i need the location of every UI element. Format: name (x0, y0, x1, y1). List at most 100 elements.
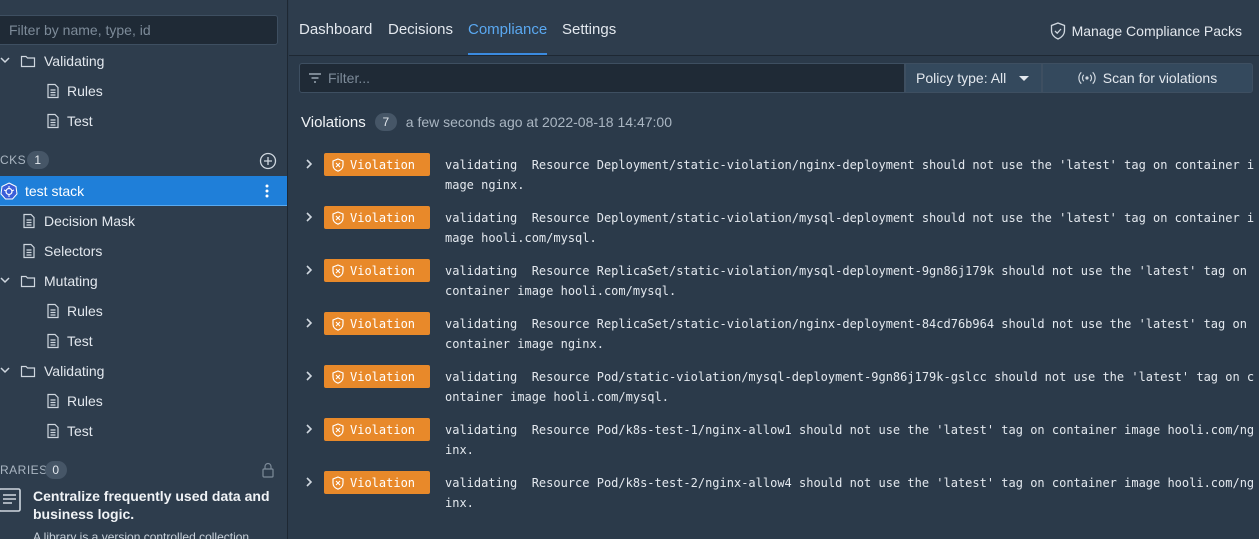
chevron-right-icon[interactable] (303, 475, 315, 489)
violation-row[interactable]: Violation validating Resource ReplicaSet/… (289, 259, 1259, 312)
stacks-count-badge: 1 (27, 151, 49, 169)
tree-item-label: Test (67, 423, 93, 439)
policy-type-select[interactable]: Policy type: All (905, 63, 1042, 93)
tree-item-rules[interactable]: Rules (0, 76, 287, 106)
chevron-right-icon[interactable] (303, 157, 315, 171)
manage-compliance-packs-button[interactable]: Manage Compliance Packs (1050, 20, 1242, 42)
violation-badge-label: Violation (350, 316, 416, 331)
violation-badge[interactable]: Violation (324, 312, 430, 335)
libraries-count-badge: 0 (45, 461, 67, 479)
tree-item-decision-mask[interactable]: Decision Mask (0, 206, 287, 236)
tree-item-rules[interactable]: Rules (0, 296, 287, 326)
violation-badge[interactable]: Violation (324, 365, 430, 388)
violation-message: validating Resource Pod/k8s-test-1/nginx… (445, 423, 1255, 457)
violation-badge[interactable]: Violation (324, 471, 430, 494)
top-nav: Dashboard Decisions Compliance Settings … (289, 0, 1259, 56)
chevron-down-icon[interactable] (0, 365, 10, 375)
chevron-right-icon[interactable] (303, 369, 315, 383)
violation-row[interactable]: Violation validating Resource Pod/k8s-tes… (289, 471, 1259, 524)
violation-badge-label: Violation (350, 475, 416, 490)
violation-badge-label: Violation (350, 157, 416, 172)
tree-item-validating[interactable]: Validating (0, 356, 287, 386)
folder-icon (20, 55, 36, 68)
tree-item-test[interactable]: Test (0, 326, 287, 356)
chevron-right-icon[interactable] (303, 422, 315, 436)
stack-name: test stack (25, 183, 85, 199)
violation-badge[interactable]: Violation (324, 418, 430, 441)
violation-row[interactable]: Violation validating Resource Pod/static-… (289, 365, 1259, 418)
scan-for-violations-label: Scan for violations (1102, 70, 1218, 86)
violation-badge[interactable]: Violation (324, 259, 430, 282)
tree-item-rules[interactable]: Rules (0, 386, 287, 416)
tab-decisions[interactable]: Decisions (388, 21, 453, 55)
violations-header: Violations 7 a few seconds ago at 2022-0… (301, 112, 672, 132)
shield-alert-icon (332, 316, 344, 331)
tree-item-test[interactable]: Test (0, 416, 287, 446)
violation-badge[interactable]: Violation (324, 206, 430, 229)
tree-item-label: Test (67, 333, 93, 349)
file-icon (47, 423, 59, 439)
filter-bar: Policy type: All Scan for violations (299, 63, 1259, 93)
violation-message: validating Resource ReplicaSet/static-vi… (445, 264, 1255, 298)
tree-item-selectors[interactable]: Selectors (0, 236, 287, 266)
chevron-down-icon[interactable] (0, 275, 10, 285)
violations-timestamp: a few seconds ago at 2022-08-18 14:47:00 (405, 114, 672, 130)
main-panel: Dashboard Decisions Compliance Settings … (289, 0, 1259, 539)
scan-for-violations-button[interactable]: Scan for violations (1042, 63, 1253, 93)
violation-message: validating Resource Deployment/static-vi… (445, 158, 1255, 192)
violation-message: validating Resource ReplicaSet/static-vi… (445, 317, 1255, 351)
violation-badge-label: Violation (350, 422, 416, 437)
chevron-right-icon[interactable] (303, 210, 315, 224)
tree-item-test[interactable]: Test (0, 106, 287, 136)
stack-item-test-stack[interactable]: test stack (0, 176, 287, 206)
tree-item-label: Test (67, 113, 93, 129)
violation-row[interactable]: Violation validating Resource Deployment/… (289, 153, 1259, 206)
shield-check-icon (1050, 22, 1065, 40)
file-icon (47, 303, 59, 319)
sidebar: Validating Rules Test CKS 1 test stack D… (0, 0, 288, 539)
violation-message: validating Resource Pod/static-violation… (445, 370, 1255, 404)
stacks-section-header: CKS 1 (0, 150, 287, 172)
folder-icon (20, 365, 36, 378)
policy-type-value: Policy type: All (916, 70, 1007, 86)
tree-item-label: Rules (67, 303, 103, 319)
manage-compliance-packs-label: Manage Compliance Packs (1071, 23, 1242, 39)
chevron-right-icon[interactable] (303, 263, 315, 277)
chevron-down-icon[interactable] (0, 55, 10, 65)
libraries-section-header: RARIES 0 (0, 460, 287, 482)
shield-alert-icon (332, 210, 344, 225)
file-icon (23, 243, 35, 259)
broadcast-icon (1078, 71, 1096, 85)
tree-item-label: Rules (67, 393, 103, 409)
filter-icon (309, 73, 321, 83)
tree-item-label: Decision Mask (44, 213, 136, 229)
add-stack-icon[interactable] (259, 152, 277, 170)
violation-badge[interactable]: Violation (324, 153, 430, 176)
violation-row[interactable]: Violation validating Resource Deployment/… (289, 206, 1259, 259)
shield-alert-icon (332, 263, 344, 278)
sidebar-filter-input[interactable] (0, 16, 277, 44)
tab-dashboard[interactable]: Dashboard (299, 21, 372, 55)
violation-row[interactable]: Violation validating Resource Pod/k8s-tes… (289, 418, 1259, 471)
tab-settings[interactable]: Settings (562, 21, 616, 55)
tree-item-validating[interactable]: Validating (0, 46, 287, 76)
tree-item-label: Validating (44, 363, 105, 379)
chevron-right-icon[interactable] (303, 316, 315, 330)
tab-compliance[interactable]: Compliance (468, 21, 548, 55)
libraries-section-label: RARIES (0, 463, 48, 477)
violation-message: validating Resource Pod/k8s-test-2/nginx… (445, 476, 1255, 510)
file-icon (47, 333, 59, 349)
violations-count-badge: 7 (374, 113, 397, 131)
file-icon (47, 83, 59, 99)
violation-message: validating Resource Deployment/static-vi… (445, 211, 1255, 245)
lock-icon (262, 462, 274, 478)
shield-alert-icon (332, 475, 344, 490)
tree-item-mutating[interactable]: Mutating (0, 266, 287, 296)
violation-badge-label: Violation (350, 263, 416, 278)
violations-filter (299, 63, 905, 93)
violation-row[interactable]: Violation validating Resource ReplicaSet/… (289, 312, 1259, 365)
more-options-icon[interactable] (262, 183, 272, 199)
violations-filter-input[interactable] (328, 64, 898, 92)
folder-icon (20, 275, 36, 288)
file-icon (47, 393, 59, 409)
